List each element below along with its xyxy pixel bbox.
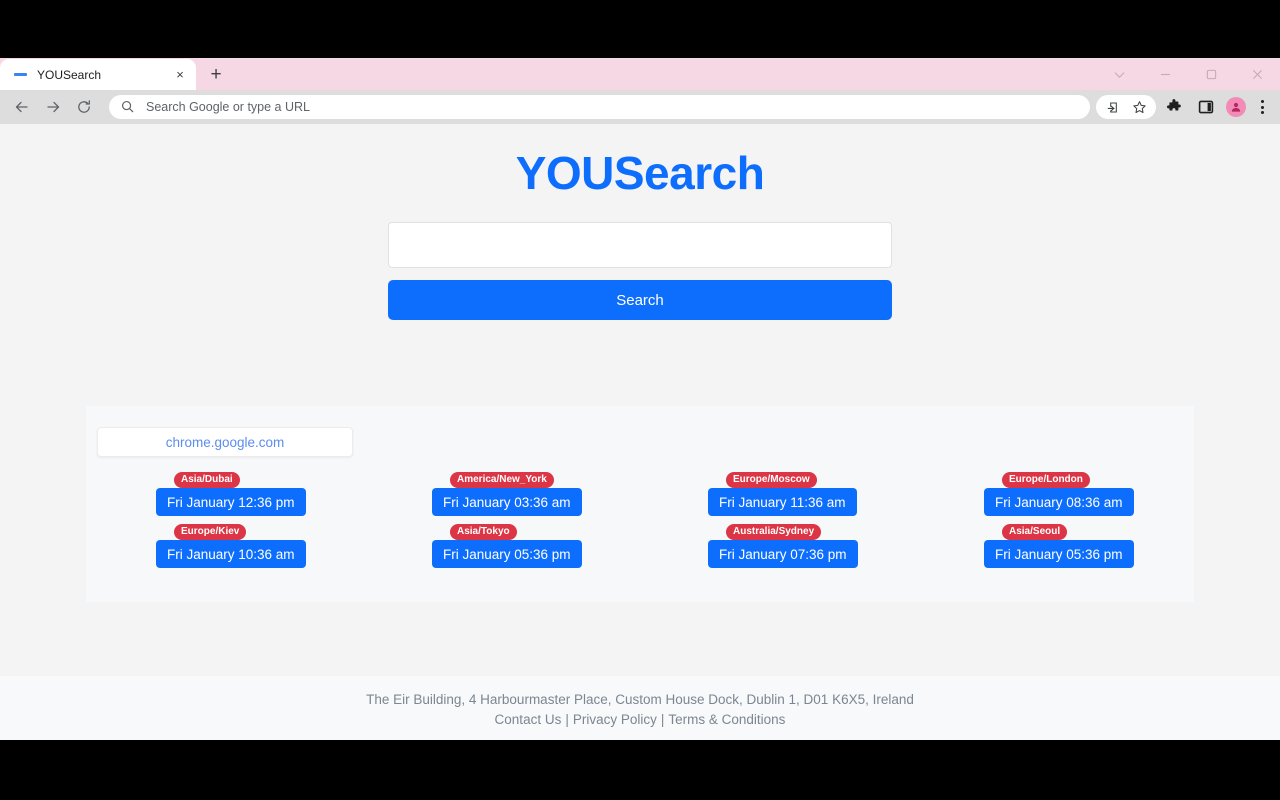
profile-avatar-icon[interactable]	[1226, 97, 1246, 117]
footer-links: Contact Us | Privacy Policy | Terms & Condit…	[0, 712, 1280, 727]
results-panel: chrome.google.com Fri January 12:36 pm As…	[86, 406, 1194, 602]
timezone-badge: Europe/London	[1002, 472, 1090, 488]
timezone-time: Fri January 05:36 pm	[443, 546, 571, 562]
minimize-icon[interactable]	[1142, 58, 1188, 90]
timezone-time: Fri January 05:36 pm	[995, 546, 1123, 562]
site-footer: The Eir Building, 4 Harbourmaster Place,…	[0, 676, 1280, 740]
search-area: Search	[388, 222, 892, 320]
share-icon[interactable]	[1100, 95, 1126, 119]
close-tab-icon[interactable]: ×	[170, 65, 190, 85]
browser-tab[interactable]: YOUSearch ×	[0, 59, 196, 90]
close-window-icon[interactable]	[1234, 58, 1280, 90]
timezone-badge: America/New_York	[450, 472, 554, 488]
puzzle-icon[interactable]	[1162, 95, 1186, 119]
timezone-time: Fri January 03:36 am	[443, 494, 571, 510]
side-panel-icon[interactable]	[1194, 95, 1218, 119]
timezone-badge: Asia/Tokyo	[450, 524, 517, 540]
footer-separator: |	[660, 712, 665, 727]
footer-address: The Eir Building, 4 Harbourmaster Place,…	[366, 692, 914, 707]
timezone-badge: Europe/Moscow	[726, 472, 817, 488]
timezone-cell: Fri January 05:36 pm Asia/Tokyo	[364, 524, 640, 584]
window-controls	[1096, 58, 1280, 90]
chevron-down-icon[interactable]	[1096, 58, 1142, 90]
toolbar-right-icons	[1096, 95, 1272, 119]
chrome-store-link-box[interactable]: chrome.google.com	[97, 427, 353, 457]
browser-toolbar	[0, 90, 1280, 124]
timezone-time: Fri January 08:36 am	[995, 494, 1123, 510]
chrome-store-link[interactable]: chrome.google.com	[166, 435, 285, 450]
timezone-time: Fri January 10:36 am	[167, 546, 295, 562]
timezone-card: Fri January 08:36 am	[984, 488, 1134, 516]
page-title: YOUSearch	[515, 147, 765, 199]
timezone-card: Fri January 12:36 pm	[156, 488, 306, 516]
timezone-card: Fri January 05:36 pm	[432, 540, 582, 568]
search-input[interactable]	[388, 222, 892, 268]
maximize-icon[interactable]	[1188, 58, 1234, 90]
timezone-card: Fri January 07:36 pm	[708, 540, 858, 568]
timezone-badge: Asia/Dubai	[174, 472, 240, 488]
new-tab-button[interactable]: +	[202, 60, 230, 88]
footer-link[interactable]: Terms & Conditions	[668, 712, 785, 727]
back-arrow-icon[interactable]	[8, 93, 36, 121]
tab-title: YOUSearch	[37, 67, 102, 82]
timezone-time: Fri January 12:36 pm	[167, 494, 295, 510]
timezone-badge: Asia/Seoul	[1002, 524, 1068, 540]
tab-strip: YOUSearch × +	[0, 58, 1280, 90]
omnibox-action-pill	[1096, 95, 1156, 119]
timezone-badge: Australia/Sydney	[726, 524, 822, 540]
timezone-card: Fri January 05:36 pm	[984, 540, 1134, 568]
timezone-card: Fri January 11:36 am	[708, 488, 857, 516]
search-icon	[121, 100, 135, 114]
timezone-cell: Fri January 07:36 pm Australia/Sydney	[640, 524, 916, 584]
timezone-cell: Fri January 05:36 pm Asia/Seoul	[916, 524, 1192, 584]
timezone-grid: Fri January 12:36 pm Asia/Dubai Fri Januar…	[86, 472, 1194, 584]
omnibox[interactable]	[109, 95, 1090, 119]
footer-separator: |	[565, 712, 569, 727]
three-dots-icon[interactable]	[1252, 95, 1272, 119]
timezone-time: Fri January 07:36 pm	[719, 546, 847, 562]
browser-window: YOUSearch × + Search Google or type a UR…	[0, 58, 1280, 740]
search-button[interactable]: Search	[388, 280, 892, 320]
forward-arrow-icon[interactable]	[39, 93, 67, 121]
timezone-card: Fri January 10:36 am	[156, 540, 306, 568]
footer-link[interactable]: Privacy Policy	[573, 712, 657, 727]
star-icon[interactable]	[1126, 95, 1152, 119]
timezone-card: Fri January 03:36 am	[432, 488, 582, 516]
footer-link[interactable]: Contact Us	[495, 712, 562, 727]
timezone-cell: Fri January 10:36 am Europe/Kiev	[88, 524, 364, 584]
dash-icon	[12, 67, 28, 83]
reload-icon[interactable]	[70, 93, 98, 121]
timezone-time: Fri January 11:36 am	[719, 494, 846, 510]
page-viewport: YOUSearch Search chrome.google.com Fri J…	[0, 124, 1280, 740]
timezone-badge: Europe/Kiev	[174, 524, 247, 540]
address-bar-input[interactable]	[146, 100, 1078, 114]
